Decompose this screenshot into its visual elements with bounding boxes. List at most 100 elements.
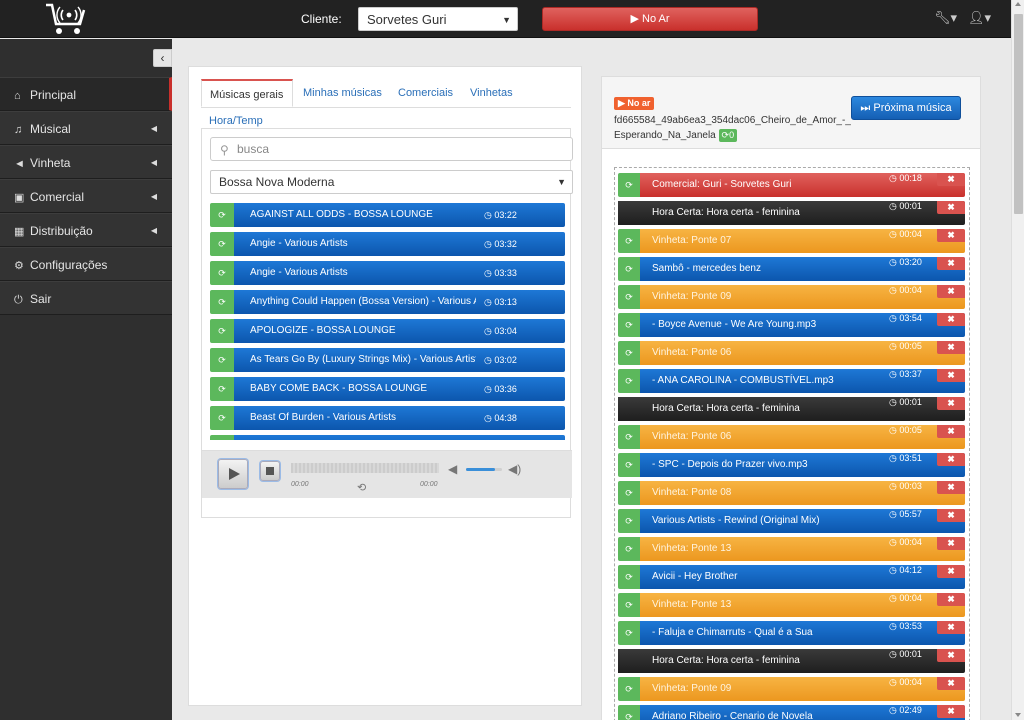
search-input[interactable]: [237, 141, 557, 157]
tab-minhas-musicas[interactable]: Minhas músicas: [295, 79, 390, 107]
remove-icon[interactable]: ✖: [937, 677, 965, 690]
tab-musicas-gerais[interactable]: Músicas gerais: [201, 79, 293, 107]
sidebar-item-principal[interactable]: ⌂ Principal: [0, 77, 172, 111]
track-item[interactable]: ⟳ Anything Could Happen (Bossa Version) …: [210, 290, 565, 314]
user-icon[interactable]: 👤︎▾: [968, 10, 991, 26]
now-playing: fd665584_49ab6ea3_354dac06_Cheiro_de_Amo…: [614, 113, 854, 143]
add-track-icon[interactable]: ⟳: [210, 203, 234, 227]
track-item[interactable]: ⟳ Beast Of Burden - Various Artists ◷ 04:…: [210, 406, 565, 430]
volume-high-icon[interactable]: ◀): [508, 462, 521, 476]
track-item[interactable]: ⟳ Angie - Various Artists ◷ 03:32: [210, 232, 565, 256]
add-track-icon[interactable]: ⟳: [210, 290, 234, 314]
remove-icon[interactable]: ✖: [937, 453, 965, 466]
queue-item[interactable]: Hora Certa: Hora certa - feminina ◷ 00:01…: [618, 649, 965, 673]
genre-select[interactable]: Bossa Nova Moderna ▼: [210, 170, 573, 194]
remove-icon[interactable]: ✖: [937, 621, 965, 634]
onair-button[interactable]: ▶ No Ar: [542, 7, 758, 31]
sidebar-collapse-button[interactable]: ‹: [153, 49, 172, 67]
queue-item[interactable]: ⟳ Vinheta: Ponte 06 ◷ 00:05 ✖: [618, 341, 965, 365]
play-button[interactable]: [218, 459, 248, 489]
queue-item[interactable]: ⟳ Various Artists - Rewind (Original Mix)…: [618, 509, 965, 533]
queue-item[interactable]: ⟳ - Faluja e Chimarruts - Qual é a Sua ◷ 0…: [618, 621, 965, 645]
queue-item[interactable]: ⟳ Vinheta: Ponte 07 ◷ 00:04 ✖: [618, 229, 965, 253]
remove-icon[interactable]: ✖: [937, 509, 965, 522]
tab-vinhetas[interactable]: Vinhetas: [462, 79, 521, 107]
clock-icon: ◷: [889, 565, 900, 575]
remove-icon[interactable]: ✖: [937, 285, 965, 298]
tab-hora-temp[interactable]: Hora/Temp: [209, 115, 263, 127]
wrench-icon[interactable]: 🔧︎▾: [934, 10, 957, 26]
add-track-icon[interactable]: ⟳: [210, 435, 234, 440]
queue-item-duration: ◷ 00:03: [889, 481, 922, 492]
logo-cart-icon[interactable]: [44, 2, 86, 36]
next-track-button[interactable]: ⏭ Próxima música: [851, 96, 961, 120]
remove-icon[interactable]: ✖: [937, 341, 965, 354]
remove-icon[interactable]: ✖: [937, 425, 965, 438]
add-track-icon[interactable]: ⟳: [210, 261, 234, 285]
volume-slider[interactable]: [466, 468, 502, 471]
seek-bar[interactable]: [291, 463, 439, 473]
sidebar-item-distribuicao[interactable]: ▦ Distribuição ◀: [0, 213, 172, 247]
queue-item[interactable]: Hora Certa: Hora certa - feminina ◷ 00:01…: [618, 397, 965, 421]
remove-icon[interactable]: ✖: [937, 705, 965, 718]
sidebar-item-vinheta[interactable]: ◄ Vinheta ◀: [0, 145, 172, 179]
remove-icon[interactable]: ✖: [937, 481, 965, 494]
queue-item-icon: ⟳: [618, 173, 640, 197]
queue-item[interactable]: ⟳ Comercial: Guri - Sorvetes Guri ◷ 00:18 ✖: [618, 173, 965, 197]
queue-item[interactable]: ⟳ - Boyce Avenue - We Are Young.mp3 ◷ 03:5…: [618, 313, 965, 337]
remove-icon[interactable]: ✖: [937, 397, 965, 410]
stop-button[interactable]: [260, 461, 280, 481]
queue-item[interactable]: ⟳ Adriano Ribeiro - Cenario de Novela ◷ 02…: [618, 705, 965, 720]
add-track-icon[interactable]: ⟳: [210, 232, 234, 256]
remove-icon[interactable]: ✖: [937, 649, 965, 662]
music-icon: ♫: [14, 124, 23, 136]
client-select[interactable]: Sorvetes Guri ▼: [358, 7, 518, 31]
queue-item[interactable]: ⟳ Sambô - mercedes benz ◷ 03:20 ✖: [618, 257, 965, 281]
remove-icon[interactable]: ✖: [937, 257, 965, 270]
sidebar-item-sair[interactable]: ⏻ Sair: [0, 281, 172, 315]
loop-icon[interactable]: ⟲: [357, 481, 366, 494]
track-item[interactable]: ⟳ As Tears Go By (Luxury Strings Mix) - …: [210, 348, 565, 372]
queue-item[interactable]: ⟳ Vinheta: Ponte 09 ◷ 00:04 ✖: [618, 677, 965, 701]
remove-icon[interactable]: ✖: [937, 173, 965, 186]
search-field[interactable]: ⚲: [210, 137, 573, 161]
remove-icon[interactable]: ✖: [937, 369, 965, 382]
remove-icon[interactable]: ✖: [937, 537, 965, 550]
queue-item[interactable]: ⟳ Vinheta: Ponte 09 ◷ 00:04 ✖: [618, 285, 965, 309]
tab-comerciais[interactable]: Comerciais: [390, 79, 461, 107]
add-track-icon[interactable]: ⟳: [210, 377, 234, 401]
queue-item[interactable]: ⟳ Vinheta: Ponte 08 ◷ 00:03 ✖: [618, 481, 965, 505]
queue-item[interactable]: ⟳ Vinheta: Ponte 13 ◷ 00:04 ✖: [618, 593, 965, 617]
track-item[interactable]: ⟳ AGAINST ALL ODDS - BOSSA LOUNGE ◷ 03:22: [210, 203, 565, 227]
track-item[interactable]: ⟳: [210, 435, 565, 440]
sidebar-item-musical[interactable]: ♫ Músical ◀: [0, 111, 172, 145]
queue-item-duration: ◷ 00:04: [889, 537, 922, 548]
remove-icon[interactable]: ✖: [937, 229, 965, 242]
queue-item[interactable]: ⟳ Avicii - Hey Brother ◷ 04:12 ✖: [618, 565, 965, 589]
sidebar-item-configuracoes[interactable]: ⚙ Configurações: [0, 247, 172, 281]
queue-item[interactable]: ⟳ Vinheta: Ponte 06 ◷ 00:05 ✖: [618, 425, 965, 449]
volume-low-icon[interactable]: ◀: [448, 462, 457, 476]
sidebar-item-label: Comercial: [30, 190, 85, 204]
queue-item[interactable]: ⟳ Vinheta: Ponte 13 ◷ 00:04 ✖: [618, 537, 965, 561]
scroll-up-arrow-icon[interactable]: [1015, 2, 1021, 6]
add-track-icon[interactable]: ⟳: [210, 319, 234, 343]
add-track-icon[interactable]: ⟳: [210, 406, 234, 430]
queue-item[interactable]: Hora Certa: Hora certa - feminina ◷ 00:01…: [618, 201, 965, 225]
track-item[interactable]: ⟳ BABY COME BACK - BOSSA LOUNGE ◷ 03:36: [210, 377, 565, 401]
page-scrollbar[interactable]: [1011, 0, 1024, 720]
track-item[interactable]: ⟳ Angie - Various Artists ◷ 03:33: [210, 261, 565, 285]
track-item[interactable]: ⟳ APOLOGIZE - BOSSA LOUNGE ◷ 03:04: [210, 319, 565, 343]
queue-item-duration: ◷ 03:37: [889, 369, 922, 380]
remove-icon[interactable]: ✖: [937, 565, 965, 578]
remove-icon[interactable]: ✖: [937, 593, 965, 606]
remove-icon[interactable]: ✖: [937, 313, 965, 326]
scrollbar-thumb[interactable]: [1014, 14, 1023, 214]
queue-item[interactable]: ⟳ - SPC - Depois do Prazer vivo.mp3 ◷ 03:5…: [618, 453, 965, 477]
remove-icon[interactable]: ✖: [937, 201, 965, 214]
track-title: APOLOGIZE - BOSSA LOUNGE: [250, 325, 396, 336]
scroll-down-arrow-icon[interactable]: [1015, 713, 1021, 717]
add-track-icon[interactable]: ⟳: [210, 348, 234, 372]
sidebar-item-comercial[interactable]: ▣ Comercial ◀: [0, 179, 172, 213]
queue-item[interactable]: ⟳ - ANA CAROLINA - COMBUSTÍVEL.mp3 ◷ 03:37…: [618, 369, 965, 393]
